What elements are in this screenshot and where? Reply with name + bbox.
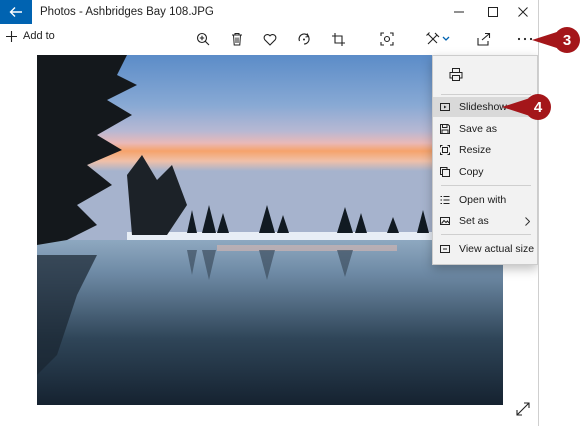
close-icon [518,7,528,17]
callout-3: 3 [530,27,580,53]
menu-item-open-with[interactable]: Open with [433,190,537,210]
maximize-icon [488,7,498,17]
crop-icon [331,32,345,46]
delete-icon [232,33,242,46]
menu-item-view-actual-size[interactable]: View actual size [433,239,537,259]
add-to-label: Add to [23,30,55,42]
menu-item-label: Resize [459,144,492,156]
photos-window: Photos - Ashbridges Bay 108.JPG Add to S… [0,0,539,426]
toolbar: Add to [0,24,538,54]
menu-item-label: Save as [459,123,497,135]
enhance-button[interactable] [376,29,398,49]
back-button[interactable] [0,0,32,24]
print-icon [449,68,463,81]
more-options-menu: Slideshow Save as Resize Copy Open with [432,55,538,265]
edit-icon [426,32,450,45]
favorite-icon [263,33,277,46]
menu-item-set-as[interactable]: Set as [433,211,537,231]
actual-size-icon [440,245,450,253]
open-with-icon [440,196,450,204]
menu-item-copy[interactable]: Copy [433,162,537,182]
menu-item-save-as[interactable]: Save as [433,119,537,139]
menu-item-resize[interactable]: Resize [433,140,537,160]
title-bar: Photos - Ashbridges Bay 108.JPG [0,0,538,25]
copy-icon [440,167,450,177]
slideshow-icon [440,103,450,111]
menu-item-label: Open with [459,194,507,206]
rotate-button[interactable] [293,29,315,49]
window-title: Photos - Ashbridges Bay 108.JPG [40,6,214,18]
menu-separator [441,185,531,186]
close-button[interactable] [507,0,538,24]
share-icon [477,32,491,46]
set-as-icon [440,217,450,225]
share-button[interactable] [473,29,495,49]
delete-button[interactable] [226,29,248,49]
chevron-right-icon [525,217,530,226]
plus-icon [6,30,17,42]
menu-item-label: View actual size [459,243,535,255]
save-icon [440,124,450,134]
resize-icon [440,145,450,155]
favorite-button[interactable] [259,29,281,49]
callout-number: 3 [562,31,572,49]
callout-number: 4 [533,98,543,116]
menu-item-label: Copy [459,166,484,178]
minimize-button[interactable] [443,0,475,24]
expand-icon [516,402,530,416]
enhance-icon [380,32,394,46]
edit-create-button[interactable] [422,29,454,49]
minimize-icon [454,11,464,13]
full-screen-button[interactable] [516,402,530,419]
callout-4: 4 [500,94,554,122]
crop-button[interactable] [327,29,349,49]
print-button[interactable] [449,68,463,84]
menu-separator [441,234,531,235]
maximize-button[interactable] [477,0,509,24]
menu-item-label: Set as [459,215,489,227]
rotate-icon [298,33,310,45]
add-to-button[interactable]: Add to [6,30,55,42]
back-arrow-icon [9,7,22,17]
zoom-in-button[interactable] [192,29,214,49]
zoom-in-icon [196,32,210,46]
